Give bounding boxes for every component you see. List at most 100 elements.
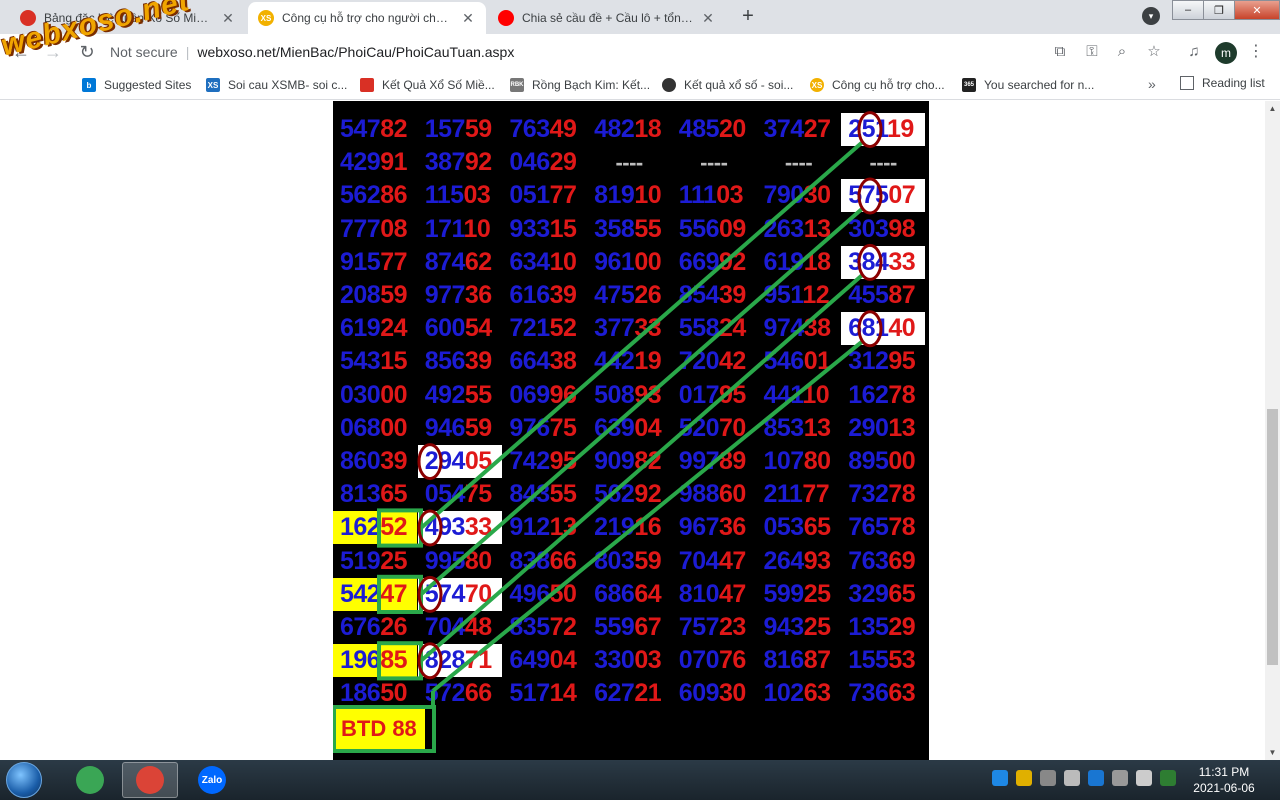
cell-suffix: 13 (803, 214, 831, 243)
page-scrollbar[interactable]: ▲ ▼ (1265, 101, 1280, 760)
board-cell: 44219 (587, 345, 671, 378)
cell-prefix: 704 (678, 546, 720, 575)
close-tab-icon[interactable]: ✕ (460, 10, 476, 27)
cell-prefix: 493 (424, 513, 466, 542)
close-tab-icon[interactable]: ✕ (220, 10, 236, 27)
cell-prefix: 171 (424, 214, 464, 243)
tray-icon[interactable] (1064, 770, 1080, 786)
close-window-icon[interactable]: ✕ (1234, 0, 1280, 20)
bookmark-label: You searched for n... (984, 78, 1095, 92)
board-cell: 99580 (418, 545, 502, 578)
reading-list-button[interactable]: Reading list (1180, 76, 1265, 90)
board-cell: 21177 (757, 478, 841, 511)
cell-prefix: 162 (340, 513, 381, 542)
bookmark-suggested-sites[interactable]: b Suggested Sites (82, 76, 191, 94)
cell-prefix: 556 (678, 214, 720, 243)
security-label[interactable]: Not secure (110, 44, 178, 60)
tab-chia-se-cau-de[interactable]: Chia sẻ cầu đề + Cầu lô + tổng đề ✕ (488, 2, 726, 34)
tray-icon[interactable] (1040, 770, 1056, 786)
profile-avatar[interactable]: m (1215, 42, 1237, 64)
taskbar-app-chrome[interactable] (122, 762, 178, 798)
bookmark-cong-cu-ho-tro[interactable]: XS Công cụ hỗ trợ cho... (810, 76, 945, 94)
cell-prefix: 997 (678, 447, 720, 475)
cell-prefix: 562 (340, 181, 381, 210)
start-button[interactable] (6, 762, 42, 798)
cell-prefix: 547 (340, 115, 381, 143)
board-row: 56286 11503 05177 81910 11103 79030 57507 (333, 179, 929, 213)
cell-prefix: 520 (678, 413, 720, 442)
minimize-icon[interactable]: – (1172, 0, 1204, 20)
cell-prefix: 559 (594, 613, 635, 641)
bookmark-you-searched-for[interactable]: 365 You searched for n... (962, 76, 1094, 94)
taskbar-app-coccoc[interactable] (62, 762, 118, 798)
cell-suffix: 77 (380, 247, 408, 276)
board-row: 54315 85639 66438 44219 72042 54601 31295 (333, 345, 929, 378)
taskbar-app-zalo[interactable]: Zalo (184, 762, 240, 798)
board-cell: 83572 (502, 611, 586, 644)
cell-suffix: 59 (634, 546, 662, 575)
cell-prefix: 961 (594, 247, 635, 276)
tab-cong-cu-ho-tro[interactable]: XS Công cụ hỗ trợ cho người chơi xổ số ✕ (248, 2, 486, 34)
bookmark-rong-bach-kim[interactable]: RBK Rồng Bạch Kim: Kết... (510, 76, 650, 94)
site-info-icon[interactable]: ⧉ (1050, 42, 1070, 62)
restore-icon[interactable]: ❐ (1203, 0, 1235, 20)
cell-prefix: 909 (594, 447, 635, 475)
cell-suffix: 76 (719, 646, 746, 675)
more-menu-icon[interactable]: ⋮ (1248, 42, 1264, 62)
board-cell: 70448 (418, 611, 502, 644)
bookmark-soi-cau-xsmb[interactable]: XS Soi cau XSMB- soi c... (206, 76, 347, 94)
cell-suffix: 36 (464, 281, 492, 309)
scroll-up-icon[interactable]: ▲ (1265, 101, 1280, 116)
bookmark-ket-qua-xo-so-soi[interactable]: Kết quả xổ số - soi... (662, 76, 793, 94)
board-cell: 67626 (333, 611, 417, 644)
tray-icon[interactable] (1160, 770, 1176, 786)
bookmark-star-icon[interactable]: ☆ (1144, 42, 1164, 62)
scrollbar-thumb[interactable] (1267, 409, 1278, 665)
board-cell: 49333 (417, 511, 502, 545)
address-bar[interactable]: Not secure | webxoso.net/MienBac/PhoiCau… (110, 38, 1180, 66)
cell-prefix: 720 (678, 347, 720, 376)
cell-prefix: 303 (848, 214, 889, 243)
taskbar-clock[interactable]: 11:31 PM 2021-06-06 (1188, 764, 1260, 796)
bookmark-ket-qua-xo-so-mien[interactable]: Kết Quả Xổ Số Miề... (360, 76, 495, 94)
board-cell: 52070 (672, 412, 756, 445)
bookmark-label: Công cụ hỗ trợ cho... (832, 78, 945, 92)
close-tab-icon[interactable]: ✕ (700, 10, 716, 27)
cell-suffix: 50 (380, 679, 408, 708)
board-cell: 38792 (418, 146, 502, 179)
cell-suffix: 19 (634, 347, 662, 376)
cell-prefix: 546 (763, 347, 805, 376)
key-icon[interactable]: ⚿ (1082, 42, 1102, 62)
cell-prefix: 599 (763, 579, 805, 608)
cell-prefix: 995 (424, 546, 466, 575)
cell-prefix: 838 (509, 546, 550, 575)
tray-icon[interactable] (1016, 770, 1032, 786)
media-controls-icon[interactable]: ♫ (1184, 42, 1204, 62)
tray-icon[interactable] (1112, 770, 1128, 786)
cell-prefix: 732 (848, 480, 889, 509)
tray-icon[interactable] (1136, 770, 1152, 786)
cell-prefix: 053 (763, 513, 805, 542)
board-cell: 85439 (672, 279, 756, 312)
cell-suffix: 16 (634, 513, 662, 542)
tray-icon[interactable] (992, 770, 1008, 786)
tab-search-icon[interactable]: ▾ (1142, 7, 1160, 25)
cell-suffix: 39 (719, 281, 746, 309)
youtube-icon (498, 10, 514, 26)
cell-prefix: 874 (424, 247, 466, 276)
board-cell: 20859 (333, 279, 417, 312)
more-bookmarks-icon[interactable]: » (1148, 76, 1156, 92)
board-cell: 16252 (333, 511, 417, 545)
tray-icon[interactable] (1088, 770, 1104, 786)
zoom-icon[interactable]: ⌕ (1112, 42, 1132, 62)
new-tab-button[interactable]: + (734, 5, 762, 29)
board-cell: 38433 (841, 245, 926, 279)
url-text[interactable]: webxoso.net/MienBac/PhoiCau/PhoiCauTuan.… (197, 44, 514, 60)
cell-prefix: 485 (678, 115, 720, 143)
cell-suffix: 70 (719, 413, 746, 442)
cell-prefix: 803 (594, 546, 635, 575)
scroll-down-icon[interactable]: ▼ (1265, 745, 1280, 760)
board-cell: 57507 (841, 179, 926, 213)
cell-suffix: 50 (549, 579, 577, 608)
cell-prefix: 765 (848, 513, 889, 542)
